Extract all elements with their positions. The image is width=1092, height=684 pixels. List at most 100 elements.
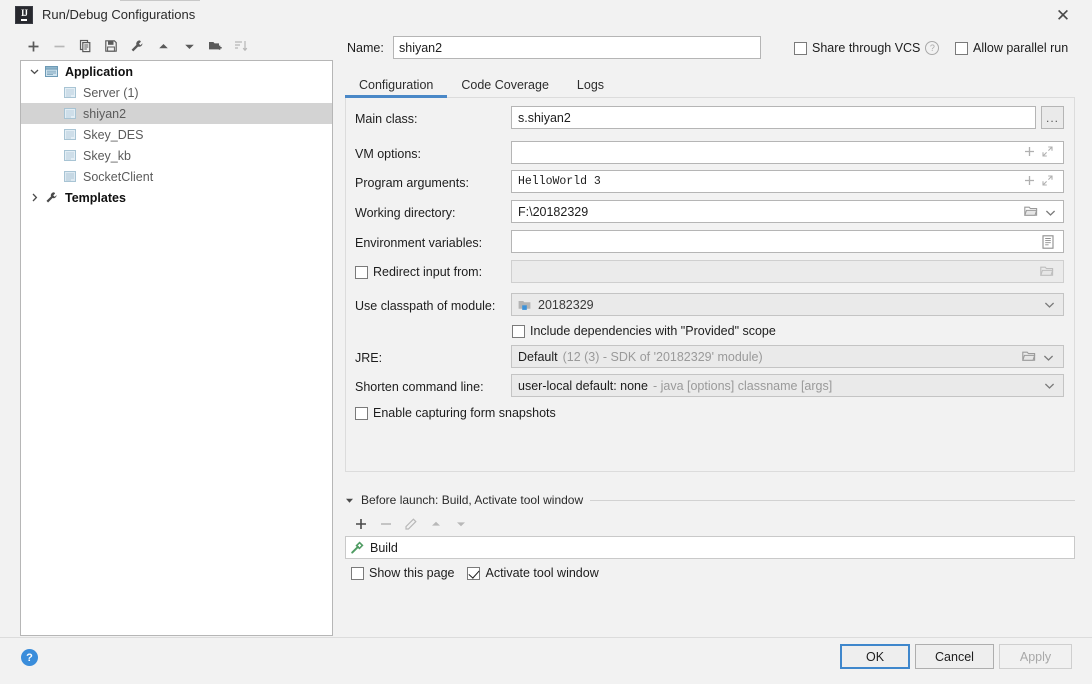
configurations-tree[interactable]: Application Server (1) shiyan2 Skey_DES …: [20, 60, 333, 636]
run-config-icon: [61, 87, 78, 98]
ok-button[interactable]: OK: [840, 644, 910, 669]
environment-variables-field-icons: [1042, 235, 1054, 252]
folder-icon[interactable]: [1024, 205, 1038, 220]
jre-hint: (12 (3) - SDK of '20182329' module): [562, 349, 763, 364]
list-icon[interactable]: [1042, 235, 1054, 252]
folder-icon[interactable]: [1022, 350, 1036, 365]
chevron-down-icon[interactable]: [1044, 379, 1055, 393]
remove-configuration-button[interactable]: [46, 35, 72, 57]
include-provided-dependencies-checkbox[interactable]: Include dependencies with "Provided" sco…: [512, 324, 776, 338]
tree-node-socketclient[interactable]: SocketClient: [21, 166, 332, 187]
checkbox-box[interactable]: [355, 265, 368, 279]
vm-options-input[interactable]: [511, 141, 1064, 164]
expand-icon[interactable]: [1042, 175, 1053, 189]
checkbox-box[interactable]: [467, 566, 481, 580]
working-directory-value: F:\20182329: [518, 204, 589, 219]
save-configuration-button[interactable]: [98, 35, 124, 57]
tree-node-skey-des[interactable]: Skey_DES: [21, 124, 332, 145]
dialog-title: Run/Debug Configurations: [42, 7, 196, 22]
environment-variables-input[interactable]: [511, 230, 1064, 253]
classpath-module-label: Use classpath of module:: [355, 299, 496, 313]
chevron-down-icon[interactable]: [1044, 298, 1055, 312]
tree-node-label: Skey_DES: [83, 127, 144, 142]
remove-task-button[interactable]: [373, 513, 398, 535]
task-move-up-button[interactable]: [423, 513, 448, 535]
show-this-page-checkbox[interactable]: Show this page: [351, 566, 454, 580]
checkbox-box[interactable]: [351, 566, 364, 580]
show-this-page-label: Show this page: [369, 566, 455, 580]
chevron-down-icon[interactable]: [1043, 351, 1054, 365]
form-snapshots-checkbox[interactable]: Enable capturing form snapshots: [355, 406, 556, 420]
chevron-right-icon[interactable]: [25, 193, 43, 202]
activate-tool-window-checkbox[interactable]: Activate tool window: [467, 566, 599, 580]
tree-node-skey-kb[interactable]: Skey_kb: [21, 145, 332, 166]
shorten-command-line-dropdown-arrow[interactable]: [1044, 379, 1055, 393]
config-tabs: Configuration Code Coverage Logs: [345, 72, 1075, 98]
main-class-browse-button[interactable]: ...: [1041, 106, 1064, 129]
pencil-icon[interactable]: [398, 513, 423, 535]
copy-configuration-button[interactable]: [72, 35, 98, 57]
sort-icon[interactable]: [228, 35, 254, 57]
task-move-down-button[interactable]: [448, 513, 473, 535]
run-config-icon: [61, 171, 78, 182]
jre-dropdown[interactable]: Default (12 (3) - SDK of '20182329' modu…: [511, 345, 1064, 368]
run-config-icon: [61, 108, 78, 119]
add-configuration-button[interactable]: [20, 35, 46, 57]
main-class-input[interactable]: s.shiyan2: [511, 106, 1036, 129]
shorten-command-line-dropdown[interactable]: user-local default: none - java [options…: [511, 374, 1064, 397]
tab-configuration[interactable]: Configuration: [345, 72, 448, 98]
folder-add-icon[interactable]: [202, 35, 228, 57]
share-through-vcs-label: Share through VCS: [812, 41, 921, 55]
share-through-vcs-checkbox[interactable]: Share through VCS ?: [794, 41, 940, 55]
expand-icon[interactable]: [1042, 146, 1053, 160]
plus-icon[interactable]: [1024, 146, 1035, 160]
help-icon[interactable]: ?: [21, 649, 38, 666]
allow-parallel-run-checkbox[interactable]: Allow parallel run: [955, 41, 1068, 55]
redirect-input-checkbox[interactable]: Redirect input from:: [355, 265, 482, 279]
footer-divider: [0, 637, 1092, 638]
add-task-button[interactable]: [348, 513, 373, 535]
apply-button[interactable]: Apply: [999, 644, 1072, 669]
before-launch-task-list[interactable]: Build: [345, 536, 1075, 559]
form-snapshots-label: Enable capturing form snapshots: [373, 406, 556, 420]
redirect-input-field[interactable]: [511, 260, 1064, 283]
program-arguments-value: HelloWorld 3: [518, 175, 601, 188]
tree-node-label: Server (1): [83, 85, 139, 100]
allow-parallel-run-label: Allow parallel run: [973, 41, 1069, 55]
cancel-button[interactable]: Cancel: [915, 644, 994, 669]
checkbox-box[interactable]: [512, 324, 525, 338]
tree-node-templates[interactable]: Templates: [21, 187, 332, 208]
classpath-module-dropdown-arrow[interactable]: [1044, 298, 1055, 312]
tree-node-label: Templates: [65, 190, 126, 205]
name-label: Name:: [347, 41, 384, 55]
checkbox-box[interactable]: [794, 41, 807, 55]
run-config-icon: [61, 150, 78, 161]
working-directory-input[interactable]: F:\20182329: [511, 200, 1064, 223]
before-launch-toolbar: [348, 513, 473, 535]
checkbox-box[interactable]: [355, 406, 368, 420]
program-arguments-input[interactable]: HelloWorld 3: [511, 170, 1064, 193]
classpath-module-dropdown[interactable]: 20182329: [511, 293, 1064, 316]
wrench-icon[interactable]: [124, 35, 150, 57]
folder-icon[interactable]: [1040, 265, 1054, 280]
arrow-down-icon[interactable]: [176, 35, 202, 57]
triangle-down-icon[interactable]: [345, 496, 354, 505]
arrow-up-icon[interactable]: [150, 35, 176, 57]
tree-node-server[interactable]: Server (1): [21, 82, 332, 103]
chevron-down-icon[interactable]: [1045, 206, 1056, 220]
chevron-down-icon[interactable]: [25, 67, 43, 76]
tab-code-coverage[interactable]: Code Coverage: [447, 72, 563, 98]
ok-button-label: OK: [865, 649, 885, 664]
tree-node-label: Application: [65, 64, 134, 79]
configurations-toolbar: [20, 34, 333, 58]
help-circle-icon[interactable]: ?: [925, 41, 940, 55]
tab-logs[interactable]: Logs: [563, 72, 618, 98]
checkbox-box[interactable]: [955, 41, 968, 55]
tree-node-shiyan2[interactable]: shiyan2: [21, 103, 332, 124]
tree-node-application[interactable]: Application: [21, 61, 332, 82]
main-class-label: Main class:: [355, 112, 418, 126]
name-input[interactable]: [393, 36, 761, 59]
plus-icon[interactable]: [1024, 175, 1035, 189]
working-directory-label: Working directory:: [355, 206, 456, 220]
close-icon[interactable]: ✕: [1048, 4, 1078, 26]
